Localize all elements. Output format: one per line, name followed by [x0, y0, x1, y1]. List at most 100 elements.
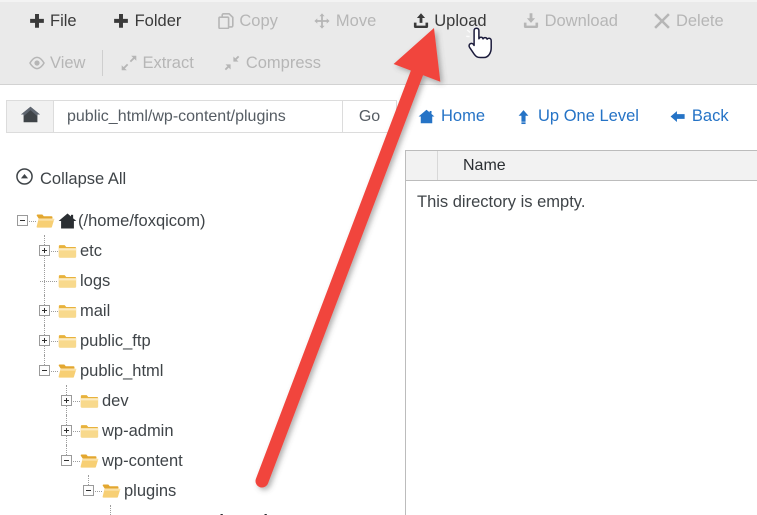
tree-connector-line: [29, 221, 36, 222]
folder-closed-icon: [58, 243, 77, 259]
tree-node-wp-content[interactable]: wp-content: [0, 445, 404, 476]
path-navigation-bar: public_html/wp-content/plugins Go Home Up…: [0, 86, 757, 144]
collapse-up-icon: [16, 168, 33, 190]
column-header-name[interactable]: Name: [438, 151, 506, 180]
file-list-panel: Name This directory is empty.: [405, 150, 757, 515]
up-one-level-link-label: Up One Level: [538, 107, 639, 125]
arrow-up-icon: [515, 108, 532, 125]
tree-node-logs[interactable]: logs: [0, 265, 404, 297]
move-icon: [314, 13, 331, 30]
path-home-button[interactable]: [6, 100, 53, 133]
compress-icon: [224, 55, 241, 72]
extract-button: Extract: [112, 47, 201, 79]
go-button-label: Go: [358, 107, 381, 125]
folder-open-icon: [102, 483, 121, 499]
folder-open-icon: [80, 453, 99, 469]
move-button: Move: [306, 5, 384, 37]
tree-connector-line: [51, 251, 58, 252]
tree-node-my-security-snippets[interactable]: my-security-snippets: [0, 505, 404, 515]
home-link[interactable]: Home: [418, 107, 485, 126]
navigation-links: Home Up One Level Back: [418, 100, 757, 133]
tree-node-wp-admin[interactable]: wp-admin: [0, 415, 404, 447]
tree-node-label: plugins: [124, 482, 177, 500]
view-button-label: View: [50, 53, 86, 72]
tree-node-label: my-security-snippets: [146, 506, 312, 515]
folder-closed-icon: [58, 303, 77, 319]
upload-button[interactable]: Upload: [404, 5, 494, 37]
tree-node-label: (/home/foxqicom): [78, 212, 206, 230]
tree-connector-line: [95, 491, 102, 492]
select-all-column[interactable]: [406, 151, 438, 180]
copy-button-label: Copy: [239, 11, 278, 30]
download-button: Download: [515, 5, 626, 37]
path-go-button[interactable]: Go: [343, 100, 397, 133]
collapse-node-icon[interactable]: [39, 365, 50, 376]
path-input-value: public_html/wp-content/plugins: [67, 107, 286, 125]
download-button-label: Download: [544, 11, 618, 30]
folder-button-label: Folder: [134, 11, 182, 30]
file-button-label: File: [50, 11, 77, 30]
arrow-left-icon: [669, 108, 686, 125]
eye-icon: [28, 55, 45, 72]
plus-icon: [28, 13, 45, 30]
collapse-node-icon[interactable]: [61, 455, 72, 466]
toolbar-divider: [102, 50, 104, 76]
empty-directory-message: This directory is empty.: [417, 193, 586, 211]
expand-node-icon[interactable]: [61, 395, 72, 406]
up-one-level-link[interactable]: Up One Level: [515, 107, 639, 126]
tree-node-etc[interactable]: etc: [0, 235, 404, 267]
collapse-node-icon[interactable]: [17, 215, 28, 226]
expand-node-icon[interactable]: [39, 305, 50, 316]
copy-icon: [217, 13, 234, 30]
tree-node-label: public_ftp: [80, 332, 151, 350]
directory-tree: (/home/foxqicom) etc logs mail public_ftppub…: [0, 206, 404, 515]
view-button: View: [20, 47, 93, 79]
extract-icon: [120, 55, 137, 72]
tree-connector-line: [73, 401, 80, 402]
back-link[interactable]: Back: [669, 107, 729, 126]
file-button[interactable]: File: [20, 5, 85, 37]
collapse-node-icon[interactable]: [83, 485, 94, 496]
home-icon: [20, 105, 41, 129]
tree-node-label: wp-admin: [102, 422, 174, 440]
folder-open-icon: [36, 213, 55, 229]
back-link-label: Back: [691, 107, 729, 125]
tree-connector-line: [51, 311, 58, 312]
compress-button-label: Compress: [245, 53, 322, 72]
expand-node-icon[interactable]: [39, 335, 50, 346]
toolbar-row-primary: File Folder Copy Move Upload Download Delete: [0, 0, 757, 42]
path-input[interactable]: public_html/wp-content/plugins: [53, 100, 343, 133]
expand-node-icon[interactable]: [39, 245, 50, 256]
file-list-header: Name: [406, 151, 757, 181]
folder-closed-icon: [80, 423, 99, 439]
tree-node-plugins[interactable]: plugins: [0, 475, 404, 506]
upload-icon: [412, 13, 429, 30]
tree-node-label: dev: [102, 392, 129, 410]
file-manager-window: File Folder Copy Move Upload Download Delete V…: [0, 0, 757, 515]
tree-node-dev[interactable]: dev: [0, 385, 404, 417]
toolbar-row-secondary: View Extract Compress: [0, 42, 757, 84]
tree-node-label: logs: [80, 272, 111, 290]
tree-node-label: public_html: [80, 362, 164, 380]
tree-node-public-ftp[interactable]: public_ftp: [0, 325, 404, 357]
tree-connector-line: [73, 431, 80, 432]
tree-node-label: wp-content: [102, 452, 183, 470]
tree-node-mail[interactable]: mail: [0, 295, 404, 327]
tree-connector-line: [51, 341, 58, 342]
home-link-label: Home: [441, 107, 486, 125]
directory-tree-panel: Collapse All (/home/foxqicom) etc logs mail…: [0, 144, 404, 515]
delete-button: Delete: [646, 5, 732, 37]
home-icon: [418, 108, 435, 125]
folder-button[interactable]: Folder: [105, 5, 190, 37]
delete-button-label: Delete: [675, 11, 724, 30]
tree-connector-line: [40, 281, 57, 282]
tree-connector-line: [73, 461, 80, 462]
folder-closed-icon: [58, 333, 77, 349]
tree-node--home-foxqicom-[interactable]: (/home/foxqicom): [0, 206, 404, 236]
collapse-all-button[interactable]: Collapse All: [16, 168, 126, 190]
tree-node-public-html[interactable]: public_html: [0, 355, 404, 386]
expand-node-icon[interactable]: [61, 425, 72, 436]
tree-node-label: mail: [80, 302, 111, 320]
tree-node-label: etc: [80, 242, 103, 260]
upload-button-label: Upload: [434, 11, 487, 30]
